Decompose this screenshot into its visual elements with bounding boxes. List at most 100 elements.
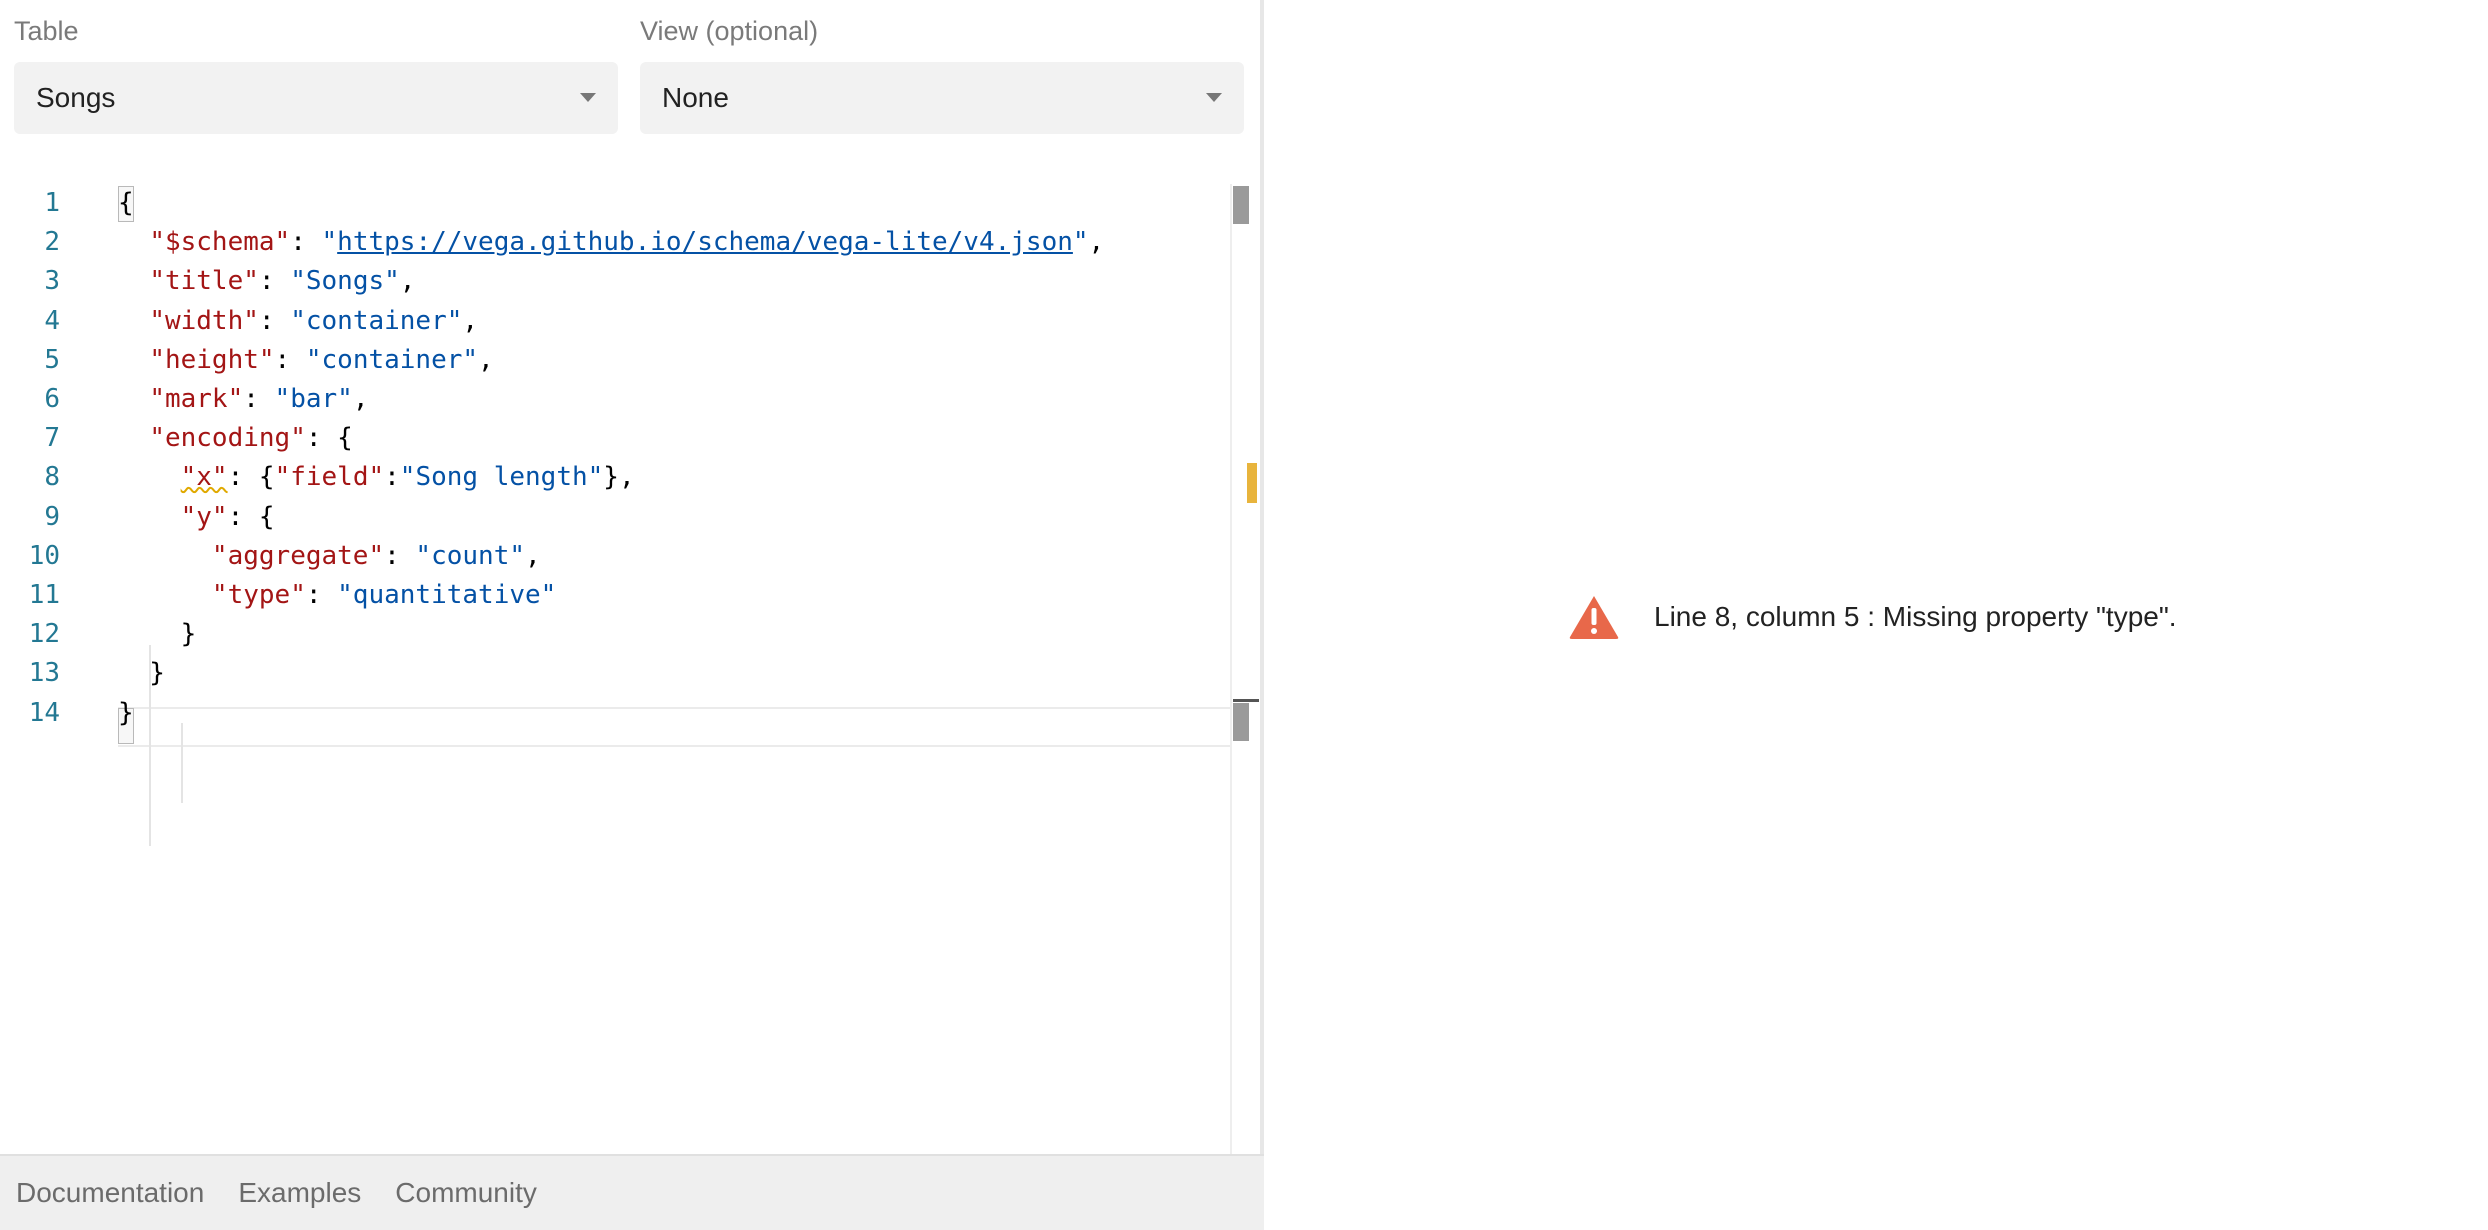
current-line-highlight — [118, 707, 1230, 747]
line-number: 11 — [28, 580, 60, 610]
line-number: 8 — [44, 462, 60, 493]
footer-links: Documentation Examples Community — [0, 1154, 1264, 1230]
line-number: 1 — [44, 188, 60, 218]
code-line[interactable]: "height": "container", — [118, 341, 494, 380]
code-line[interactable]: "x": {"field":"Song length"}, — [118, 458, 635, 497]
code-line[interactable]: "$schema": "https://vega.github.io/schem… — [118, 223, 1104, 262]
code-line[interactable]: } — [118, 615, 197, 654]
code-token: "container" — [305, 344, 479, 375]
code-token: : — [258, 305, 291, 336]
code-token: "field" — [274, 462, 385, 493]
code-token: "x" — [180, 462, 228, 493]
code-token: }, — [603, 462, 635, 493]
code-line[interactable]: } — [118, 694, 134, 733]
table-select-value: Songs — [36, 82, 116, 113]
code-token: : { — [227, 501, 275, 532]
code-token: : — [258, 266, 291, 297]
code-token: "aggregate" — [211, 540, 385, 571]
code-token: , — [352, 384, 369, 414]
code-line[interactable]: } — [118, 654, 165, 693]
code-token: " — [1072, 227, 1089, 258]
code-line[interactable]: "aggregate": "count", — [118, 537, 541, 576]
code-line[interactable]: "width": "container", — [118, 302, 478, 341]
code-token: : — [243, 384, 275, 414]
code-line[interactable]: "title": "Songs", — [118, 262, 415, 301]
code-token: "y" — [180, 501, 228, 532]
code-token: , — [1088, 227, 1105, 258]
view-label: View (optional) — [640, 16, 819, 46]
scrollbar-thumb[interactable] — [1233, 186, 1249, 224]
code-line[interactable]: "y": { — [118, 498, 275, 537]
view-select-value: None — [662, 82, 729, 113]
chevron-down-icon — [580, 93, 596, 102]
code-token: } — [118, 697, 134, 728]
editor-pane: Table Songs View (optional) None 1234567… — [0, 0, 1260, 1230]
line-number: 4 — [44, 305, 60, 336]
warning-marker[interactable] — [1247, 463, 1257, 503]
line-number: 14 — [28, 697, 60, 728]
code-line[interactable]: { — [118, 184, 134, 223]
code-token: : { — [227, 462, 275, 493]
line-number: 7 — [44, 423, 60, 454]
code-token: "count" — [415, 540, 525, 571]
examples-link[interactable]: Examples — [238, 1177, 361, 1209]
chevron-down-icon — [1206, 93, 1222, 102]
code-token: "type" — [211, 580, 306, 610]
error-text: Line 8, column 5 : Missing property "typ… — [1654, 601, 2177, 632]
code-token: "title" — [149, 266, 259, 297]
code-token: : — [384, 462, 400, 493]
code-token: " — [321, 227, 338, 258]
editor-scrollbar[interactable] — [1230, 184, 1232, 1154]
code-token: } — [118, 658, 165, 689]
code-token: : — [290, 227, 322, 258]
documentation-link[interactable]: Documentation — [16, 1177, 204, 1209]
code-token: : — [305, 580, 338, 610]
scrollbar-thumb-bottom[interactable] — [1233, 703, 1249, 741]
code-token: : — [384, 540, 416, 571]
code-editor[interactable]: 1 2 3 4 5 6 7 8 9 10 11 12 13 14{ "$schema": "https:/… — [0, 184, 1260, 1154]
code-token: "bar" — [274, 384, 353, 414]
code-token: { — [118, 188, 134, 218]
code-token: , — [478, 344, 494, 375]
line-number: 13 — [28, 658, 60, 689]
indent-guide — [181, 723, 183, 803]
table-select[interactable]: Songs — [14, 62, 618, 134]
warning-triangle-icon — [1569, 596, 1619, 639]
code-token: } — [118, 619, 197, 650]
line-number: 3 — [44, 266, 60, 297]
code-token: "mark" — [149, 384, 244, 414]
pane-divider[interactable] — [1260, 0, 1264, 1230]
error-message: Line 8, column 5 : Missing property "typ… — [1568, 594, 2177, 640]
line-number: 6 — [44, 384, 60, 414]
schema-link[interactable]: https://vega.github.io/schema/vega-lite/… — [337, 227, 1073, 257]
code-token: "container" — [290, 305, 463, 336]
line-number: 10 — [28, 540, 60, 571]
code-line[interactable]: "mark": "bar", — [118, 380, 368, 419]
code-token: "height" — [149, 344, 275, 375]
code-token: "Songs" — [290, 266, 400, 297]
view-select[interactable]: None — [640, 62, 1244, 134]
code-token: : — [274, 344, 306, 375]
code-token: , — [462, 305, 479, 336]
code-token: , — [525, 540, 541, 571]
code-line[interactable]: "type": "quantitative" — [118, 576, 556, 615]
code-token: "$schema" — [149, 227, 291, 258]
code-line[interactable]: "encoding": { — [118, 419, 353, 458]
code-token: "encoding" — [149, 423, 306, 454]
code-token: "width" — [149, 305, 259, 336]
code-token: "Song length" — [399, 462, 604, 493]
scrollbar-cursor-marker — [1233, 699, 1259, 702]
community-link[interactable]: Community — [395, 1177, 537, 1209]
line-number: 9 — [44, 501, 60, 532]
code-token: : { — [305, 423, 353, 454]
